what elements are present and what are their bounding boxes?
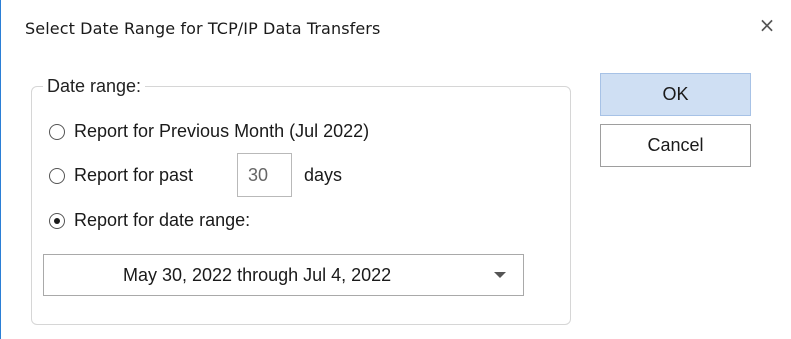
radio-label: Report for Previous Month (Jul 2022) [74,121,370,141]
past-days-input[interactable] [237,153,292,197]
radio-button-selected[interactable] [49,212,65,229]
ok-button[interactable]: OK [600,73,751,116]
chevron-down-icon[interactable] [494,272,506,278]
date-range-dialog: Select Date Range for TCP/IP Data Transf… [0,0,790,339]
title-bar[interactable]: Select Date Range for TCP/IP Data Transf… [1,0,790,54]
radio-button[interactable] [49,123,65,140]
days-label: days [304,165,343,185]
radio-date-range[interactable]: Report for date range: [49,210,250,231]
date-range-value: May 30, 2022 through Jul 4, 2022 [123,265,392,285]
radio-label: Report for date range: [74,210,251,230]
radio-label: Report for past [74,165,194,185]
date-range-dropdown[interactable]: May 30, 2022 through Jul 4, 2022 [43,254,524,296]
cancel-button[interactable]: Cancel [600,124,751,167]
dialog-title: Select Date Range for TCP/IP Data Transf… [25,19,381,38]
radio-button[interactable] [49,167,65,184]
close-icon[interactable]: × [752,10,782,40]
radio-previous-month[interactable]: Report for Previous Month (Jul 2022) [49,121,369,142]
radio-past-days[interactable]: Report for past [49,165,193,186]
group-legend: Date range: [43,76,146,97]
